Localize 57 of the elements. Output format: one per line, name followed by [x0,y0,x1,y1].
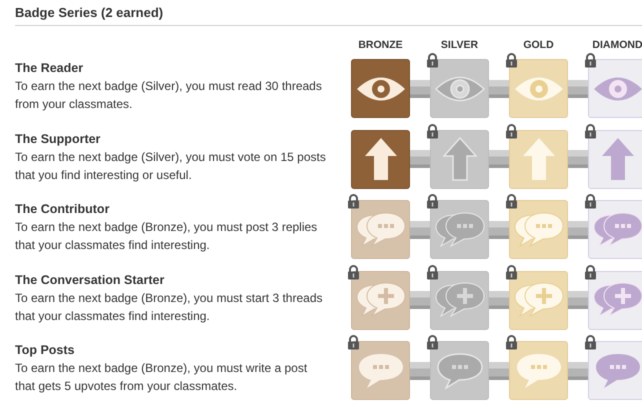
chat-bubble-icon [436,352,482,388]
series-name: The Conversation Starter [15,272,166,288]
series-description: To earn the next badge (Bronze), you must write a post that gets 5 upvotes from your classmates. [15,360,308,395]
series-name: The Contributor [15,201,110,218]
connector-bar [489,291,509,309]
connector-bar [568,362,588,380]
connector-bar [410,220,430,238]
connector-bar [568,150,588,168]
chat-bubbles-plus-icon [514,282,564,318]
chat-bubbles-icon [514,212,564,248]
up-arrow-icon [442,137,476,181]
connector-bar [489,80,509,98]
section-title: Badge Series (2 earned) [15,5,642,26]
connector-bar [410,80,430,98]
connector-bar [489,150,509,168]
series-name: Top Posts [15,342,76,359]
lock-icon [347,335,360,350]
lock-icon [505,335,518,350]
connector-bar [410,291,430,309]
lock-icon [584,53,597,68]
up-arrow-icon [364,137,398,181]
chat-bubble-icon [358,352,404,388]
lock-icon [584,124,597,138]
column-header: BRONZE [358,39,403,53]
chat-bubble-icon [516,352,562,388]
connector-bar [568,220,588,238]
connector-bar [410,150,430,168]
connector-bar [489,362,509,380]
connector-bar [568,291,588,309]
series-name: The Supporter [15,130,102,148]
lock-icon [347,264,360,280]
connector-bar [568,80,588,98]
column-header: GOLD [523,39,554,53]
lock-icon [584,194,597,209]
lock-icon [584,335,597,350]
series-name: The Reader [15,60,84,77]
up-arrow-icon [522,137,556,181]
lock-icon [505,264,518,280]
lock-icon [584,264,597,280]
eye-icon [434,74,484,104]
series-description: To earn the next badge (Silver), you must read 30 threads from your classmates. [15,78,323,113]
connector-bar [410,362,430,380]
chat-bubbles-icon [356,212,406,248]
series-description: To earn the next badge (Bronze), you must post 3 replies that your classmates find interesting. [15,219,318,254]
series-description: To earn the next badge (Silver), you must vote on 15 posts that you find interesting or useful. [15,148,327,184]
series-description: To earn the next badge (Bronze), you must start 3 threads that your classmates find interesting. [15,290,324,324]
lock-icon [505,53,518,68]
chat-bubbles-plus-icon [434,282,484,318]
column-header: DIAMOND [592,39,642,53]
lock-icon [505,124,518,138]
chat-bubbles-plus-icon [356,282,406,318]
column-header: SILVER [440,39,478,53]
up-arrow-icon [600,137,634,181]
connector-bar [489,220,509,238]
lock-icon [347,194,360,209]
chat-bubbles-icon [434,212,484,248]
lock-icon [505,194,518,209]
